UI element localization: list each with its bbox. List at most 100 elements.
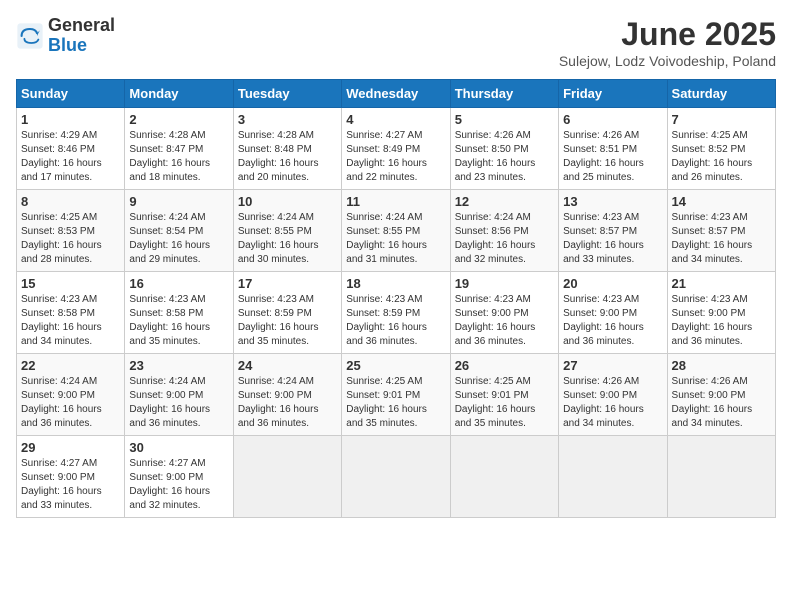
day-number: 18 xyxy=(346,276,445,291)
table-row: 10 Sunrise: 4:24 AM Sunset: 8:55 PM Dayli… xyxy=(233,190,341,272)
day-info: Sunrise: 4:29 AM Sunset: 8:46 PM Dayligh… xyxy=(21,129,120,185)
day-number: 14 xyxy=(672,194,771,209)
table-row: 13Sunrise: 4:23 AM Sunset: 8:57 PM Dayli… xyxy=(559,190,667,272)
day-number: 15 xyxy=(21,276,120,291)
table-row: 8Sunrise: 4:25 AM Sunset: 8:53 PM Daylig… xyxy=(17,190,125,272)
logo: General Blue xyxy=(16,16,115,56)
day-info: Sunrise: 4:24 AM Sunset: 9:00 PM Dayligh… xyxy=(21,375,120,431)
table-row: 25 Sunrise: 4:25 AM Sunset: 9:01 PM Dayli… xyxy=(342,354,450,436)
table-row: 19 Sunrise: 4:23 AM Sunset: 9:00 PM Dayli… xyxy=(450,272,558,354)
weekday-header-row: SundayMondayTuesdayWednesdayThursdayFrid… xyxy=(17,80,776,108)
weekday-header-wednesday: Wednesday xyxy=(342,80,450,108)
day-number: 19 xyxy=(455,276,554,291)
table-row: 15 Sunrise: 4:23 AM Sunset: 8:58 PM Dayli… xyxy=(17,272,125,354)
day-number: 1 xyxy=(21,112,120,127)
location-title: Sulejow, Lodz Voivodeship, Poland xyxy=(559,53,776,69)
table-row: 3 Sunrise: 4:28 AM Sunset: 8:48 PM Daylig… xyxy=(233,108,341,190)
table-row xyxy=(450,436,558,518)
table-row: 20Sunrise: 4:23 AM Sunset: 9:00 PM Dayli… xyxy=(559,272,667,354)
day-number: 3 xyxy=(238,112,337,127)
day-info: Sunrise: 4:24 AM Sunset: 8:56 PM Dayligh… xyxy=(455,211,554,267)
weekday-header-monday: Monday xyxy=(125,80,233,108)
day-number: 23 xyxy=(129,358,228,373)
day-number: 27 xyxy=(563,358,662,373)
table-row: 26 Sunrise: 4:25 AM Sunset: 9:01 PM Dayli… xyxy=(450,354,558,436)
calendar-body: 1 Sunrise: 4:29 AM Sunset: 8:46 PM Daylig… xyxy=(17,108,776,518)
day-info: Sunrise: 4:23 AM Sunset: 8:57 PM Dayligh… xyxy=(672,211,771,267)
weekday-header-tuesday: Tuesday xyxy=(233,80,341,108)
day-number: 30 xyxy=(129,440,228,455)
day-number: 16 xyxy=(129,276,228,291)
table-row: 21Sunrise: 4:23 AM Sunset: 9:00 PM Dayli… xyxy=(667,272,775,354)
day-info: Sunrise: 4:23 AM Sunset: 8:59 PM Dayligh… xyxy=(346,293,445,349)
day-info: Sunrise: 4:26 AM Sunset: 8:50 PM Dayligh… xyxy=(455,129,554,185)
table-row: 30 Sunrise: 4:27 AM Sunset: 9:00 PM Dayli… xyxy=(125,436,233,518)
day-number: 10 xyxy=(238,194,337,209)
day-info: Sunrise: 4:28 AM Sunset: 8:47 PM Dayligh… xyxy=(129,129,228,185)
table-row: 22 Sunrise: 4:24 AM Sunset: 9:00 PM Dayli… xyxy=(17,354,125,436)
day-number: 7 xyxy=(672,112,771,127)
day-info: Sunrise: 4:28 AM Sunset: 8:48 PM Dayligh… xyxy=(238,129,337,185)
table-row: 14 Sunrise: 4:23 AM Sunset: 8:57 PM Dayli… xyxy=(667,190,775,272)
day-info: Sunrise: 4:23 AM Sunset: 8:58 PM Dayligh… xyxy=(21,293,120,349)
table-row: 16 Sunrise: 4:23 AM Sunset: 8:58 PM Dayli… xyxy=(125,272,233,354)
day-number: 4 xyxy=(346,112,445,127)
day-info: Sunrise: 4:23 AM Sunset: 9:00 PM Dayligh… xyxy=(563,293,662,349)
calendar-week-5: 29 Sunrise: 4:27 AM Sunset: 9:00 PM Dayli… xyxy=(17,436,776,518)
logo-blue-text: Blue xyxy=(48,36,115,56)
table-row: 5 Sunrise: 4:26 AM Sunset: 8:50 PM Daylig… xyxy=(450,108,558,190)
day-number: 6 xyxy=(563,112,662,127)
day-info: Sunrise: 4:26 AM Sunset: 9:00 PM Dayligh… xyxy=(563,375,662,431)
day-info: Sunrise: 4:23 AM Sunset: 8:58 PM Dayligh… xyxy=(129,293,228,349)
day-number: 5 xyxy=(455,112,554,127)
day-info: Sunrise: 4:24 AM Sunset: 8:54 PM Dayligh… xyxy=(129,211,228,267)
day-info: Sunrise: 4:26 AM Sunset: 8:51 PM Dayligh… xyxy=(563,129,662,185)
table-row: 11Sunrise: 4:24 AM Sunset: 8:55 PM Dayli… xyxy=(342,190,450,272)
day-number: 11 xyxy=(346,194,445,209)
table-row: 7 Sunrise: 4:25 AM Sunset: 8:52 PM Daylig… xyxy=(667,108,775,190)
day-info: Sunrise: 4:23 AM Sunset: 8:59 PM Dayligh… xyxy=(238,293,337,349)
table-row: 12 Sunrise: 4:24 AM Sunset: 8:56 PM Dayli… xyxy=(450,190,558,272)
logo-icon xyxy=(16,22,44,50)
day-info: Sunrise: 4:23 AM Sunset: 9:00 PM Dayligh… xyxy=(455,293,554,349)
table-row: 29Sunrise: 4:27 AM Sunset: 9:00 PM Dayli… xyxy=(17,436,125,518)
day-info: Sunrise: 4:27 AM Sunset: 8:49 PM Dayligh… xyxy=(346,129,445,185)
month-title: June 2025 xyxy=(559,16,776,53)
table-row: 2 Sunrise: 4:28 AM Sunset: 8:47 PM Daylig… xyxy=(125,108,233,190)
day-number: 26 xyxy=(455,358,554,373)
day-number: 22 xyxy=(21,358,120,373)
logo-text: General Blue xyxy=(48,16,115,56)
table-row: 17 Sunrise: 4:23 AM Sunset: 8:59 PM Dayli… xyxy=(233,272,341,354)
day-info: Sunrise: 4:25 AM Sunset: 9:01 PM Dayligh… xyxy=(346,375,445,431)
day-info: Sunrise: 4:23 AM Sunset: 9:00 PM Dayligh… xyxy=(672,293,771,349)
table-row: 4 Sunrise: 4:27 AM Sunset: 8:49 PM Daylig… xyxy=(342,108,450,190)
day-number: 24 xyxy=(238,358,337,373)
weekday-header-sunday: Sunday xyxy=(17,80,125,108)
day-number: 12 xyxy=(455,194,554,209)
weekday-header-friday: Friday xyxy=(559,80,667,108)
day-number: 2 xyxy=(129,112,228,127)
day-info: Sunrise: 4:25 AM Sunset: 8:52 PM Dayligh… xyxy=(672,129,771,185)
day-info: Sunrise: 4:25 AM Sunset: 9:01 PM Dayligh… xyxy=(455,375,554,431)
day-info: Sunrise: 4:27 AM Sunset: 9:00 PM Dayligh… xyxy=(129,457,228,513)
logo-general-text: General xyxy=(48,16,115,36)
calendar-week-1: 1 Sunrise: 4:29 AM Sunset: 8:46 PM Daylig… xyxy=(17,108,776,190)
title-area: June 2025 Sulejow, Lodz Voivodeship, Pol… xyxy=(559,16,776,69)
day-number: 17 xyxy=(238,276,337,291)
day-info: Sunrise: 4:24 AM Sunset: 8:55 PM Dayligh… xyxy=(238,211,337,267)
calendar-header: SundayMondayTuesdayWednesdayThursdayFrid… xyxy=(17,80,776,108)
calendar-week-2: 8Sunrise: 4:25 AM Sunset: 8:53 PM Daylig… xyxy=(17,190,776,272)
day-info: Sunrise: 4:24 AM Sunset: 9:00 PM Dayligh… xyxy=(238,375,337,431)
header: General Blue June 2025 Sulejow, Lodz Voi… xyxy=(16,16,776,69)
day-number: 25 xyxy=(346,358,445,373)
day-info: Sunrise: 4:23 AM Sunset: 8:57 PM Dayligh… xyxy=(563,211,662,267)
table-row: 6 Sunrise: 4:26 AM Sunset: 8:51 PM Daylig… xyxy=(559,108,667,190)
table-row xyxy=(233,436,341,518)
table-row xyxy=(342,436,450,518)
day-number: 9 xyxy=(129,194,228,209)
table-row: 1 Sunrise: 4:29 AM Sunset: 8:46 PM Daylig… xyxy=(17,108,125,190)
table-row xyxy=(559,436,667,518)
day-number: 29 xyxy=(21,440,120,455)
day-number: 28 xyxy=(672,358,771,373)
day-info: Sunrise: 4:24 AM Sunset: 9:00 PM Dayligh… xyxy=(129,375,228,431)
